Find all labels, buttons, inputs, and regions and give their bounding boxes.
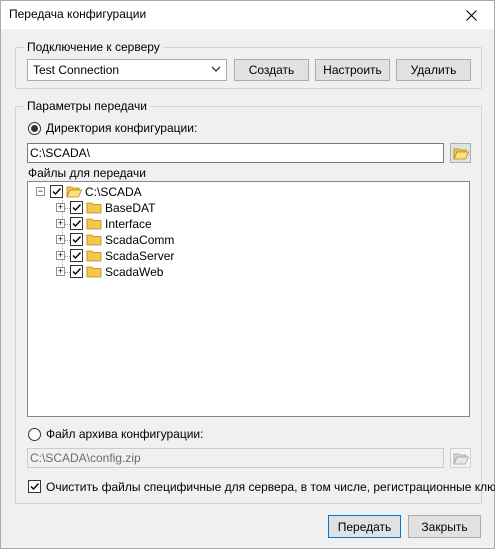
files-tree[interactable]: − C:\SCADA + BaseDAT + Interface + Scada… xyxy=(27,181,470,417)
configure-connection-button[interactable]: Настроить xyxy=(315,59,390,81)
expand-icon[interactable]: + xyxy=(56,235,65,244)
tree-node-scadaserver[interactable]: + ScadaServer xyxy=(52,248,212,264)
tree-node-basedat[interactable]: + BaseDAT xyxy=(52,200,212,216)
tree-node-scadacomm[interactable]: + ScadaComm xyxy=(52,232,212,248)
folder-icon xyxy=(86,234,102,246)
delete-connection-label: Удалить xyxy=(410,63,457,77)
checkmark-icon xyxy=(30,483,40,491)
expand-icon[interactable]: + xyxy=(56,203,65,212)
config-dir-input[interactable]: C:\SCADA\ xyxy=(27,143,444,163)
create-connection-label: Создать xyxy=(248,63,295,77)
close-window-button[interactable] xyxy=(448,1,494,29)
expand-icon[interactable]: + xyxy=(56,219,65,228)
tree-root-node[interactable]: − C:\SCADA xyxy=(32,184,172,200)
tree-root-label: C:\SCADA xyxy=(85,185,142,199)
chevron-down-icon xyxy=(211,66,221,72)
expand-icon[interactable]: + xyxy=(56,267,65,276)
open-folder-icon xyxy=(452,453,469,464)
open-folder-icon xyxy=(452,148,469,159)
close-label: Закрыть xyxy=(421,519,468,534)
checkmark-icon xyxy=(72,204,82,212)
browse-config-dir-button[interactable] xyxy=(450,143,471,163)
clear-server-files-checkbox[interactable] xyxy=(28,480,41,493)
window-title: Передача конфигурации xyxy=(9,7,147,21)
tree-root-checkbox[interactable] xyxy=(50,185,63,198)
tree-node-checkbox[interactable] xyxy=(70,233,83,246)
archive-file-input[interactable]: C:\SCADA\config.zip xyxy=(27,448,444,468)
tree-node-label: BaseDAT xyxy=(105,201,156,215)
archive-file-label: Файл архива конфигурации: xyxy=(46,427,204,441)
files-to-transfer-label: Файлы для передачи xyxy=(28,166,146,180)
archive-file-value: C:\SCADA\config.zip xyxy=(30,451,141,465)
transfer-params-legend: Параметры передачи xyxy=(24,99,150,113)
checkmark-icon xyxy=(72,252,82,260)
tree-node-interface[interactable]: + Interface xyxy=(52,216,212,232)
tree-node-label: ScadaServer xyxy=(105,249,175,263)
connection-select[interactable]: Test Connection xyxy=(27,59,227,81)
tree-node-checkbox[interactable] xyxy=(70,265,83,278)
checkmark-icon xyxy=(52,188,62,196)
delete-connection-button[interactable]: Удалить xyxy=(396,59,471,81)
config-dir-radio[interactable] xyxy=(28,122,41,135)
close-button[interactable]: Закрыть xyxy=(408,515,481,538)
tree-node-label: ScadaWeb xyxy=(105,265,164,279)
checkmark-icon xyxy=(72,268,82,276)
browse-archive-button[interactable] xyxy=(450,448,471,468)
config-dir-value: C:\SCADA\ xyxy=(30,146,91,160)
transfer-button[interactable]: Передать xyxy=(328,515,401,538)
checkmark-icon xyxy=(72,220,82,228)
tree-node-checkbox[interactable] xyxy=(70,249,83,262)
tree-node-scadaweb[interactable]: + ScadaWeb xyxy=(52,264,212,280)
server-connection-legend: Подключение к серверу xyxy=(24,40,163,54)
connection-select-value: Test Connection xyxy=(33,63,120,77)
transfer-config-window: Передача конфигурации Подключение к серв… xyxy=(0,0,495,549)
expand-icon[interactable]: + xyxy=(56,251,65,260)
collapse-icon[interactable]: − xyxy=(36,187,45,196)
create-connection-button[interactable]: Создать xyxy=(234,59,309,81)
folder-icon xyxy=(86,218,102,230)
clear-server-files-label: Очистить файлы специфичные для сервера, … xyxy=(46,480,495,494)
folder-icon xyxy=(86,250,102,262)
config-dir-label: Директория конфигурации: xyxy=(46,121,198,135)
transfer-label: Передать xyxy=(337,519,392,534)
close-icon xyxy=(465,9,477,21)
tree-node-label: ScadaComm xyxy=(105,233,175,247)
tree-node-label: Interface xyxy=(105,217,152,231)
folder-icon xyxy=(86,202,102,214)
folder-icon xyxy=(86,266,102,278)
title-bar: Передача конфигурации xyxy=(1,1,494,29)
open-folder-icon xyxy=(66,186,82,198)
configure-connection-label: Настроить xyxy=(323,63,382,77)
tree-node-checkbox[interactable] xyxy=(70,201,83,214)
tree-node-checkbox[interactable] xyxy=(70,217,83,230)
archive-file-radio[interactable] xyxy=(28,428,41,441)
checkmark-icon xyxy=(72,236,82,244)
